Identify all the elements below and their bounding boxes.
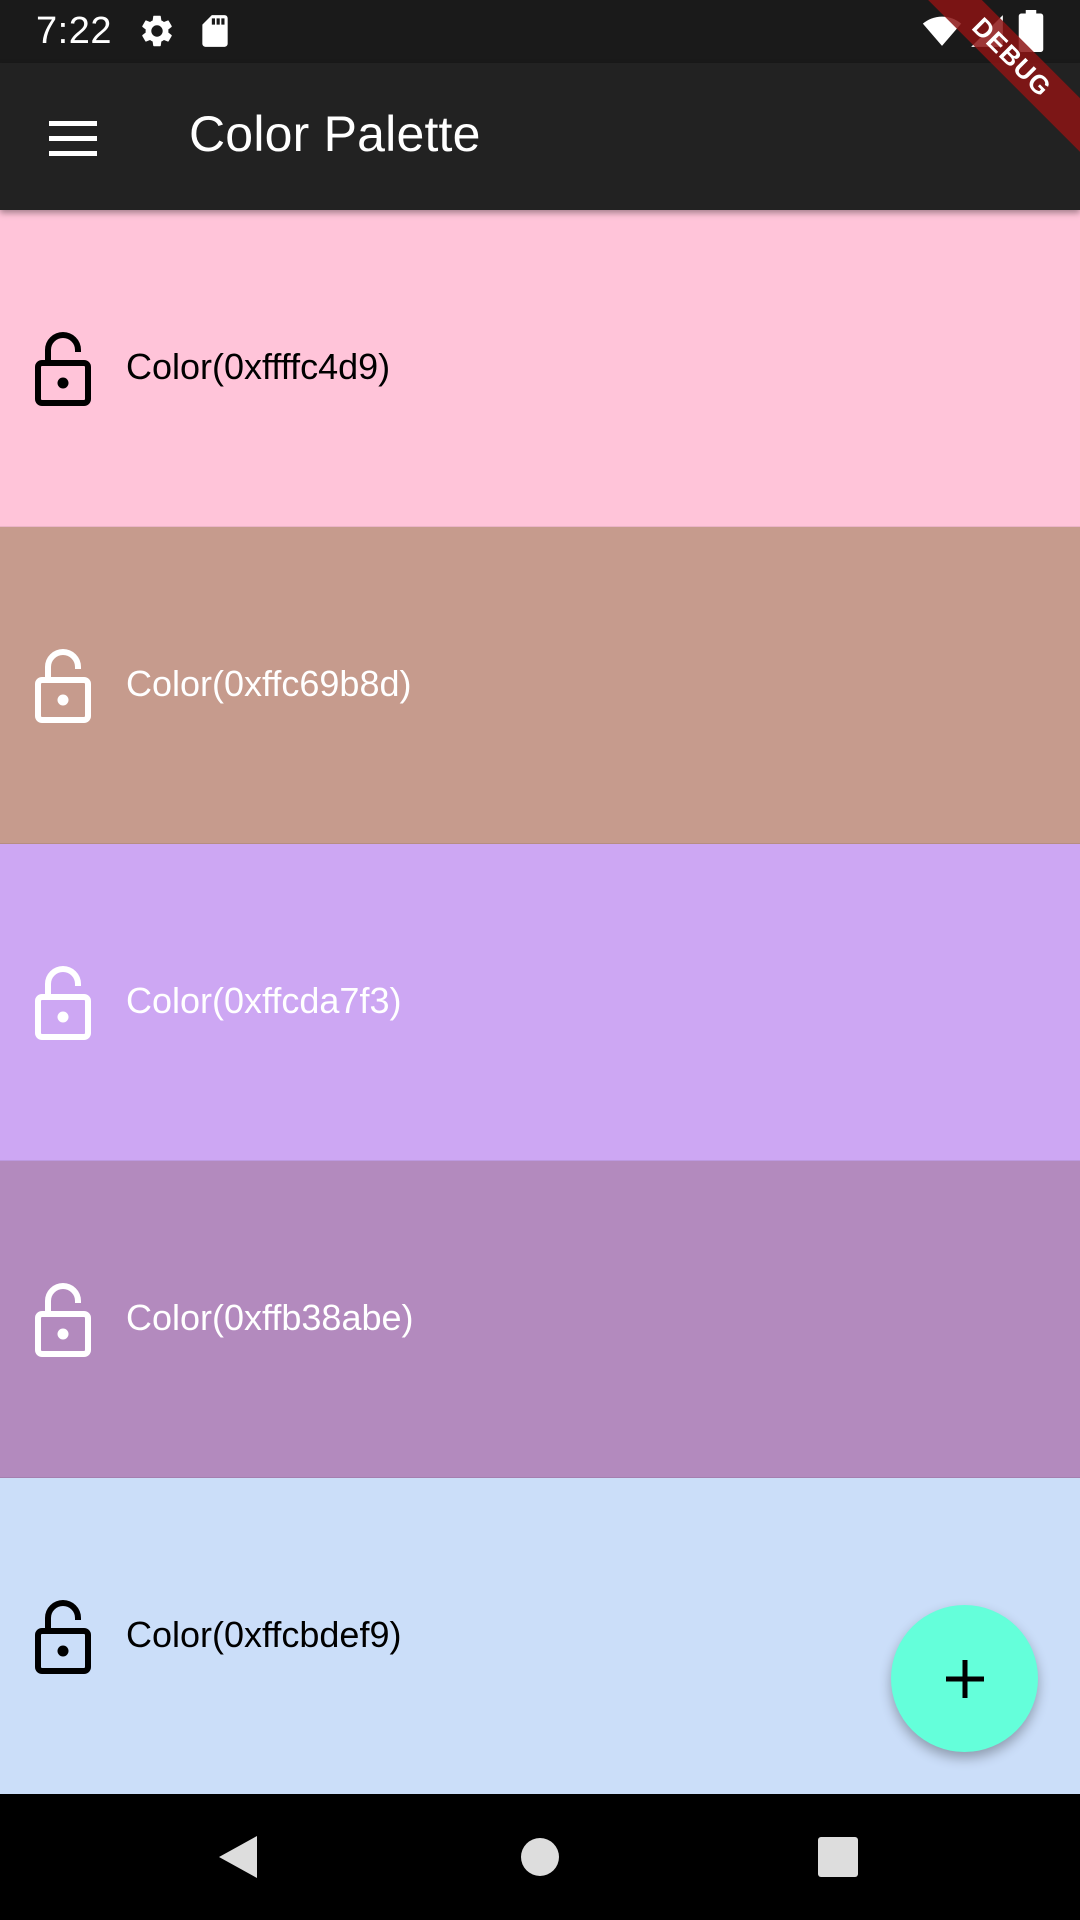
color-row[interactable]: Color(0xffffc4d9)	[0, 210, 1080, 527]
menu-button[interactable]	[30, 96, 116, 182]
nav-bar	[0, 1794, 1080, 1920]
lock-open-icon	[35, 1283, 91, 1357]
lock-toggle-button[interactable]	[32, 1277, 94, 1359]
lock-open-icon	[35, 649, 91, 723]
color-row[interactable]: Color(0xffc69b8d)	[0, 527, 1080, 844]
lock-toggle-button[interactable]	[32, 643, 94, 725]
color-label: Color(0xffc69b8d)	[126, 663, 412, 704]
lock-open-icon	[35, 1600, 91, 1674]
color-label: Color(0xffcbdef9)	[126, 1614, 402, 1655]
home-icon	[521, 1838, 559, 1876]
sd-card-icon	[196, 12, 234, 55]
lock-open-icon	[35, 332, 91, 406]
color-label: Color(0xffb38abe)	[126, 1297, 414, 1338]
color-label: Color(0xffffc4d9)	[126, 346, 391, 387]
recents-icon	[818, 1837, 858, 1877]
lock-toggle-button[interactable]	[32, 1594, 94, 1676]
back-button[interactable]	[205, 1822, 275, 1892]
color-row[interactable]: Color(0xffcda7f3)	[0, 844, 1080, 1161]
app-title: Color Palette	[189, 106, 481, 162]
lock-open-icon	[35, 966, 91, 1040]
plus-icon	[945, 1659, 984, 1698]
back-icon	[219, 1836, 257, 1878]
add-color-button[interactable]	[891, 1605, 1038, 1752]
status-time: 7:22	[36, 10, 112, 52]
color-row[interactable]: Color(0xffb38abe)	[0, 1161, 1080, 1478]
signal-icon	[968, 12, 1006, 55]
battery-icon	[1018, 10, 1044, 57]
color-list: Color(0xffffc4d9) Color(0xffc69b8d) Colo…	[0, 210, 1080, 1795]
lock-toggle-button[interactable]	[32, 960, 94, 1042]
lock-toggle-button[interactable]	[32, 326, 94, 408]
hamburger-menu-icon	[49, 121, 97, 156]
status-bar: 7:22	[0, 0, 1080, 63]
settings-icon	[138, 12, 176, 55]
app-bar: Color Palette	[0, 63, 1080, 210]
home-button[interactable]	[505, 1822, 575, 1892]
recents-button[interactable]	[803, 1822, 873, 1892]
color-label: Color(0xffcda7f3)	[126, 980, 402, 1021]
screen: 7:22 Color Palette DEBUG Color(0xffffc4d…	[0, 0, 1080, 1920]
wifi-icon	[920, 10, 964, 55]
